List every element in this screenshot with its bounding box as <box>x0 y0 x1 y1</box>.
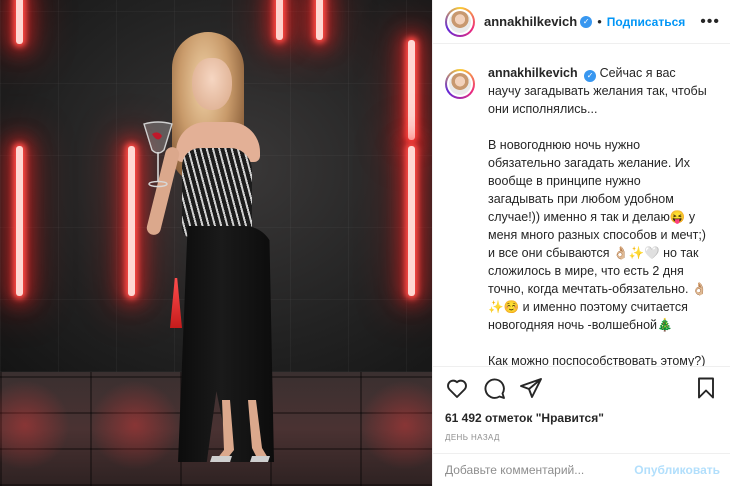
comment-form: Опубликовать <box>433 453 730 486</box>
action-icons <box>445 375 718 401</box>
header-username[interactable]: annakhilkevich <box>484 14 577 29</box>
neon-light <box>408 40 415 140</box>
neon-light <box>128 146 135 296</box>
neon-light <box>16 0 23 44</box>
neon-light <box>16 146 23 296</box>
bookmark-icon[interactable] <box>694 376 718 400</box>
woman-figure <box>143 30 310 470</box>
caption: annakhilkevich ✓ Сейчас я вас научу зага… <box>488 64 708 366</box>
avatar[interactable] <box>445 6 475 37</box>
publish-button[interactable]: Опубликовать <box>634 463 720 477</box>
post-photo[interactable] <box>0 0 432 486</box>
post-side-panel: annakhilkevich ✓ • Подписаться ••• annak… <box>432 0 730 486</box>
comment-input[interactable] <box>445 463 635 477</box>
red-tassel <box>170 278 182 328</box>
avatar[interactable] <box>445 69 475 99</box>
corset <box>182 148 252 238</box>
likes-count[interactable]: 61 492 отметок "Нравится" <box>445 411 718 425</box>
caption-username[interactable]: annakhilkevich <box>488 66 578 80</box>
heart-icon[interactable] <box>445 376 469 400</box>
post-header: annakhilkevich ✓ • Подписаться ••• <box>433 0 730 44</box>
legs <box>210 400 270 462</box>
neon-light <box>316 0 323 40</box>
neon-light <box>408 146 415 296</box>
wine-glass-icon <box>143 121 173 188</box>
post-timestamp[interactable]: ДЕНЬ НАЗАД <box>445 433 718 442</box>
post-actions: 61 492 отметок "Нравится" ДЕНЬ НАЗАД <box>433 366 730 442</box>
paper-plane-icon[interactable] <box>519 376 543 400</box>
face <box>192 58 232 110</box>
comment-bubble-icon[interactable] <box>482 376 506 400</box>
more-options-icon[interactable]: ••• <box>700 13 720 31</box>
caption-body: Сейчас я вас научу загадывать желания та… <box>488 66 708 366</box>
separator-dot: • <box>597 14 602 29</box>
caption-section: annakhilkevich ✓ Сейчас я вас научу зага… <box>433 44 730 366</box>
verified-badge-icon: ✓ <box>584 70 597 82</box>
verified-badge-icon: ✓ <box>580 15 593 28</box>
follow-button[interactable]: Подписаться <box>607 15 685 29</box>
